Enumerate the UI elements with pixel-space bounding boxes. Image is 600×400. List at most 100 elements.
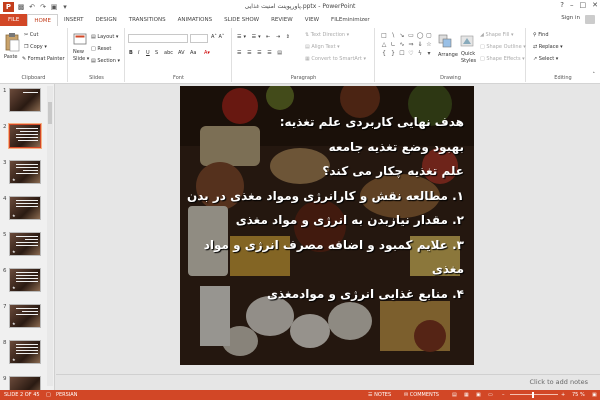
sign-in-link[interactable]: Sign in [561,15,580,21]
zoom-slider[interactable] [510,394,558,395]
slide-sorter-icon[interactable]: ▦ [464,390,469,400]
bold-button[interactable]: B [129,50,133,56]
tab-home[interactable]: HOME [27,14,59,26]
textbox-shape-icon[interactable]: □ [380,32,388,40]
avatar[interactable] [585,15,595,24]
underline-button[interactable]: U [146,50,150,56]
elbow-shape-icon[interactable]: ∟ [389,41,397,49]
tab-fileminimizer[interactable]: FILEminimizer [325,14,376,26]
slide-thumbnail-image[interactable] [8,123,42,149]
reset-button[interactable]: □ Reset [91,46,111,52]
notes-placeholder[interactable]: Click to add notes [530,378,588,386]
strikethrough-button[interactable]: S [155,50,158,56]
curve-shape-icon[interactable]: ∿ [398,41,406,49]
paste-icon[interactable] [4,32,20,52]
slide-thumbnail-image[interactable]: ★ [9,160,41,184]
list-buttons-icon[interactable]: ☰▾ ☰▾ ⇤ ⇥ ⇕ [237,34,292,40]
spellcheck-icon[interactable]: □ [46,390,51,400]
redo-icon[interactable]: ↷ [39,3,47,11]
lightning-shape-icon[interactable]: ϟ [416,50,424,58]
thumbnails-scrollbar[interactable] [47,86,53,386]
shape-outline-button[interactable]: □ Shape Outline ▾ [480,44,526,50]
current-slide[interactable]: هدف نهایی کاربردی علم تغذیه: بهبود وضع ت… [180,86,474,365]
replace-button[interactable]: ⇄ Replace ▾ [533,44,563,50]
help-button[interactable]: ? [560,1,564,9]
tab-file[interactable]: FILE [0,14,28,26]
font-name-dropdown[interactable] [128,34,188,43]
tab-animations[interactable]: ANIMATIONS [172,14,219,26]
tab-transitions[interactable]: TRANSITIONS [123,14,172,26]
fit-slide-icon[interactable]: ▣ [592,390,597,400]
quick-styles-button[interactable]: Quick [461,51,475,57]
rect-shape-icon[interactable]: ▭ [407,32,415,40]
text-shadow-button[interactable]: abc [164,50,173,56]
line-shape-icon[interactable]: ∖ [389,32,397,40]
slide-thumbnail-image[interactable] [9,88,41,112]
slide-thumbnail-image[interactable]: ★ [9,232,41,256]
italic-button[interactable]: I [138,50,139,56]
comments-button[interactable]: ✉ COMMENTS [404,390,439,400]
tab-review[interactable]: REVIEW [265,14,299,26]
tab-view[interactable]: VIEW [299,14,325,26]
quick-styles-icon[interactable] [460,34,474,48]
start-slideshow-icon[interactable]: ▣ [50,3,58,11]
heart-shape-icon[interactable]: ♡ [407,50,415,58]
new-slide-icon[interactable] [73,32,87,46]
font-grow-shrink-icon[interactable]: A˄ A˅ [211,34,224,40]
character-spacing-button[interactable]: AV [178,50,185,56]
triangle-shape-icon[interactable]: △ [380,41,388,49]
customize-qat-icon[interactable]: ▾ [61,3,69,11]
slide-thumbnail-image[interactable] [9,376,41,390]
align-text-button[interactable]: ▤ Align Text ▾ [305,44,340,50]
format-painter-button[interactable]: ✎ Format Painter [22,56,65,62]
cut-button[interactable]: ✂ Cut [24,32,38,38]
reading-view-icon[interactable]: ▣ [476,390,481,400]
arrow-shape-icon[interactable]: ↘ [398,32,406,40]
minimize-button[interactable]: – [570,1,574,9]
find-button[interactable]: ⚲ Find [533,32,549,38]
section-button[interactable]: ▤ Section ▾ [91,58,120,64]
undo-icon[interactable]: ↶ [28,3,36,11]
maximize-button[interactable]: □ [580,1,587,9]
shape-effects-button[interactable]: □ Shape Effects ▾ [480,56,525,62]
tab-design[interactable]: DESIGN [90,14,123,26]
slide-body-text[interactable]: هدف نهایی کاربردی علم تغذیه: بهبود وضع ت… [184,110,464,306]
rounded-rect-shape-icon[interactable]: ▢ [425,32,433,40]
tab-insert[interactable]: INSERT [58,14,89,26]
close-button[interactable]: ✕ [592,1,598,9]
notes-pane[interactable]: Click to add notes [56,374,600,390]
brace-right-shape-icon[interactable]: } [389,50,397,58]
font-size-dropdown[interactable] [190,34,208,43]
shape-fill-button[interactable]: ◢ Shape Fill ▾ [480,32,513,38]
zoom-out-button[interactable]: – [502,390,505,400]
slide-thumbnail-image[interactable]: ★ [9,304,41,328]
paste-button[interactable]: Paste [4,54,18,60]
zoom-in-button[interactable]: + [561,390,565,400]
tab-slide-show[interactable]: SLIDE SHOW [218,14,265,26]
zoom-level[interactable]: 75 % [572,390,585,400]
quick-styles-button-label2[interactable]: Styles [461,58,476,64]
select-button[interactable]: ↗ Select ▾ [533,56,558,62]
new-slide-button-label2[interactable]: Slide ▾ [73,56,89,62]
right-arrow-shape-icon[interactable]: ⇒ [407,41,415,49]
text-direction-button[interactable]: ⇅ Text Direction ▾ [305,32,349,38]
oval-shape-icon[interactable]: ◯ [416,32,424,40]
convert-smartart-button[interactable]: ▦ Convert to SmartArt ▾ [305,56,366,62]
slide-thumbnail-image[interactable]: ★ [9,268,41,292]
layout-button[interactable]: ▤ Layout ▾ [91,34,118,40]
save-icon[interactable]: ▩ [17,3,25,11]
change-case-button[interactable]: Aa [190,50,196,56]
normal-view-icon[interactable]: ▤ [452,390,457,400]
arrange-icon[interactable] [438,34,452,48]
collapse-ribbon-icon[interactable]: ˄ [593,72,596,78]
down-arrow-shape-icon[interactable]: ⇓ [416,41,424,49]
language-indicator[interactable]: PERSIAN [56,390,77,400]
font-color-icon[interactable]: A▾ [204,50,210,56]
slide-thumbnail-image[interactable]: ★ [9,196,41,220]
shapes-gallery[interactable]: □ ∖ ↘ ▭ ◯ ▢ △ ∟ ∿ ⇒ ⇓ ☆ { } ☐ ♡ ϟ ▾ [380,32,433,58]
zoom-slider-handle[interactable] [532,392,534,398]
alignment-buttons-icon[interactable]: ☰ ☰ ☰ ☰ ▤ [237,50,284,56]
copy-button[interactable]: ❐ Copy ▾ [24,44,47,50]
star-shape-icon[interactable]: ☆ [425,41,433,49]
new-slide-button[interactable]: New [73,49,84,55]
